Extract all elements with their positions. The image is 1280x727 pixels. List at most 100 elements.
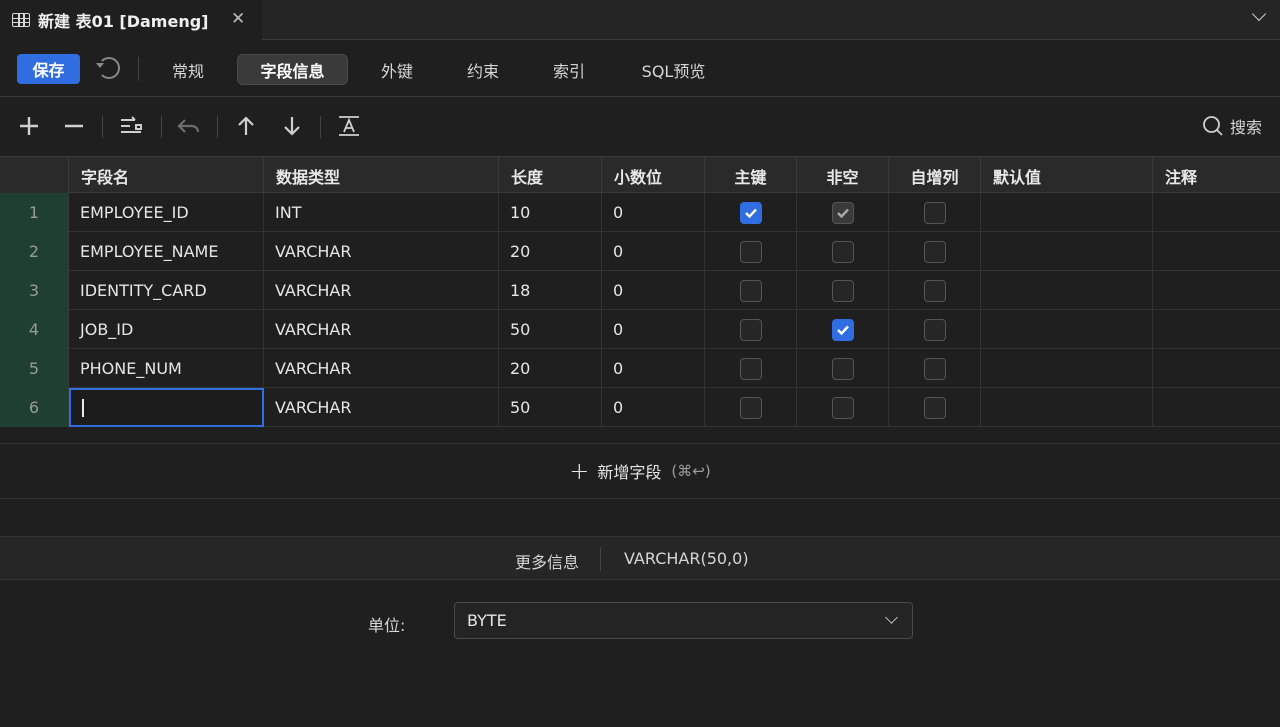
column-header[interactable]: 小数位 (602, 157, 705, 194)
tab-fields[interactable]: 字段信息 (237, 54, 348, 85)
table-row[interactable]: 4 JOB_ID VARCHAR 50 0 (0, 310, 1280, 349)
field-scale-cell[interactable]: 0 (602, 193, 705, 232)
editor-tab[interactable]: 新建 表01 [Dameng] ✕ (0, 0, 262, 40)
insert-row-icon[interactable] (117, 112, 145, 140)
default-value-cell[interactable] (981, 349, 1153, 388)
row-number[interactable]: 5 (0, 349, 69, 388)
row-number[interactable]: 1 (0, 193, 69, 232)
primary-key-checkbox[interactable] (739, 396, 762, 419)
field-length-cell[interactable]: 50 (499, 310, 602, 349)
auto-increment-checkbox[interactable] (923, 279, 946, 302)
add-field-button[interactable]: + 新增字段 (⌘↩) (0, 443, 1280, 499)
row-number[interactable]: 4 (0, 310, 69, 349)
column-header[interactable]: 数据类型 (264, 157, 499, 194)
primary-key-checkbox[interactable] (739, 318, 762, 341)
field-type-cell[interactable]: VARCHAR (264, 388, 499, 427)
chevron-down-icon[interactable] (1252, 9, 1266, 23)
comment-cell[interactable] (1153, 310, 1280, 349)
field-name-cell[interactable]: EMPLOYEE_ID (69, 193, 264, 232)
not-null-checkbox[interactable] (831, 279, 854, 302)
comment-cell[interactable] (1153, 349, 1280, 388)
add-field-label: 新增字段 (597, 463, 662, 482)
field-scale-cell[interactable]: 0 (602, 271, 705, 310)
auto-increment-checkbox[interactable] (923, 201, 946, 224)
row-number[interactable]: 3 (0, 271, 69, 310)
column-header[interactable]: 长度 (499, 157, 602, 194)
table-row[interactable]: 5 PHONE_NUM VARCHAR 20 0 (0, 349, 1280, 388)
auto-increment-checkbox[interactable] (923, 240, 946, 263)
column-header[interactable]: 自增列 (889, 157, 981, 194)
tab-sql-preview[interactable]: SQL预览 (626, 54, 721, 85)
field-name-cell[interactable]: PHONE_NUM (69, 349, 264, 388)
field-length-cell[interactable]: 20 (499, 232, 602, 271)
move-up-icon[interactable] (232, 112, 260, 140)
field-scale-cell[interactable]: 0 (602, 232, 705, 271)
table-row[interactable]: 2 EMPLOYEE_NAME VARCHAR 20 0 (0, 232, 1280, 271)
column-header[interactable]: 非空 (797, 157, 889, 194)
primary-key-checkbox[interactable] (739, 279, 762, 302)
table-header: 字段名 数据类型 长度 小数位 主键 非空 自增列 默认值 注释 (0, 156, 1280, 194)
tab-foreign-keys[interactable]: 外键 (363, 54, 431, 85)
default-value-cell[interactable] (981, 310, 1153, 349)
not-null-checkbox[interactable] (831, 201, 854, 224)
field-scale-cell[interactable]: 0 (602, 310, 705, 349)
comment-cell[interactable] (1153, 232, 1280, 271)
text-format-icon[interactable] (335, 112, 363, 140)
default-value-cell[interactable] (981, 388, 1153, 427)
undo-icon[interactable] (175, 112, 203, 140)
table-row[interactable]: 1 EMPLOYEE_ID INT 10 0 (0, 193, 1280, 232)
field-type-cell[interactable]: VARCHAR (264, 349, 499, 388)
comment-cell[interactable] (1153, 388, 1280, 427)
field-length-cell[interactable]: 50 (499, 388, 602, 427)
more-info-label[interactable]: 更多信息 (515, 549, 579, 573)
field-name-cell[interactable]: IDENTITY_CARD (69, 271, 264, 310)
move-down-icon[interactable] (278, 112, 306, 140)
auto-increment-checkbox[interactable] (923, 318, 946, 341)
field-type-cell[interactable]: VARCHAR (264, 232, 499, 271)
primary-key-checkbox[interactable] (739, 240, 762, 263)
save-button[interactable]: 保存 (17, 54, 80, 84)
column-header[interactable]: 主键 (705, 157, 797, 194)
field-length-cell[interactable]: 20 (499, 349, 602, 388)
tab-general[interactable]: 常规 (154, 54, 222, 85)
add-icon[interactable] (15, 112, 43, 140)
field-type-cell[interactable]: VARCHAR (264, 271, 499, 310)
default-value-cell[interactable] (981, 193, 1153, 232)
tab-indexes[interactable]: 索引 (535, 54, 603, 85)
field-scale-cell[interactable]: 0 (602, 388, 705, 427)
comment-cell[interactable] (1153, 193, 1280, 232)
column-header[interactable]: 字段名 (69, 157, 264, 194)
field-length-cell[interactable]: 10 (499, 193, 602, 232)
table-row[interactable]: 6 VARCHAR 50 0 (0, 388, 1280, 427)
default-value-cell[interactable] (981, 271, 1153, 310)
tab-constraints[interactable]: 约束 (449, 54, 517, 85)
unit-select[interactable]: BYTE (454, 602, 913, 639)
table-row[interactable]: 3 IDENTITY_CARD VARCHAR 18 0 (0, 271, 1280, 310)
not-null-checkbox[interactable] (831, 240, 854, 263)
default-value-cell[interactable] (981, 232, 1153, 271)
refresh-icon[interactable] (96, 57, 120, 79)
not-null-checkbox[interactable] (831, 357, 854, 380)
primary-key-checkbox[interactable] (739, 201, 762, 224)
field-name-cell[interactable]: EMPLOYEE_NAME (69, 232, 264, 271)
field-name-cell[interactable]: JOB_ID (69, 310, 264, 349)
primary-key-checkbox[interactable] (739, 357, 762, 380)
close-icon[interactable]: ✕ (231, 9, 245, 29)
row-number[interactable]: 2 (0, 232, 69, 271)
auto-increment-checkbox[interactable] (923, 357, 946, 380)
search-button[interactable]: 搜索 (1202, 114, 1262, 138)
table-grid-icon (12, 13, 30, 27)
column-header[interactable]: 默认值 (981, 157, 1153, 194)
comment-cell[interactable] (1153, 271, 1280, 310)
column-header[interactable]: 注释 (1153, 157, 1280, 194)
remove-icon[interactable] (60, 112, 88, 140)
field-type-cell[interactable]: INT (264, 193, 499, 232)
field-scale-cell[interactable]: 0 (602, 349, 705, 388)
field-name-cell[interactable] (69, 388, 264, 427)
field-type-cell[interactable]: VARCHAR (264, 310, 499, 349)
not-null-checkbox[interactable] (831, 396, 854, 419)
field-length-cell[interactable]: 18 (499, 271, 602, 310)
row-number[interactable]: 6 (0, 388, 69, 427)
auto-increment-checkbox[interactable] (923, 396, 946, 419)
not-null-checkbox[interactable] (831, 318, 854, 341)
